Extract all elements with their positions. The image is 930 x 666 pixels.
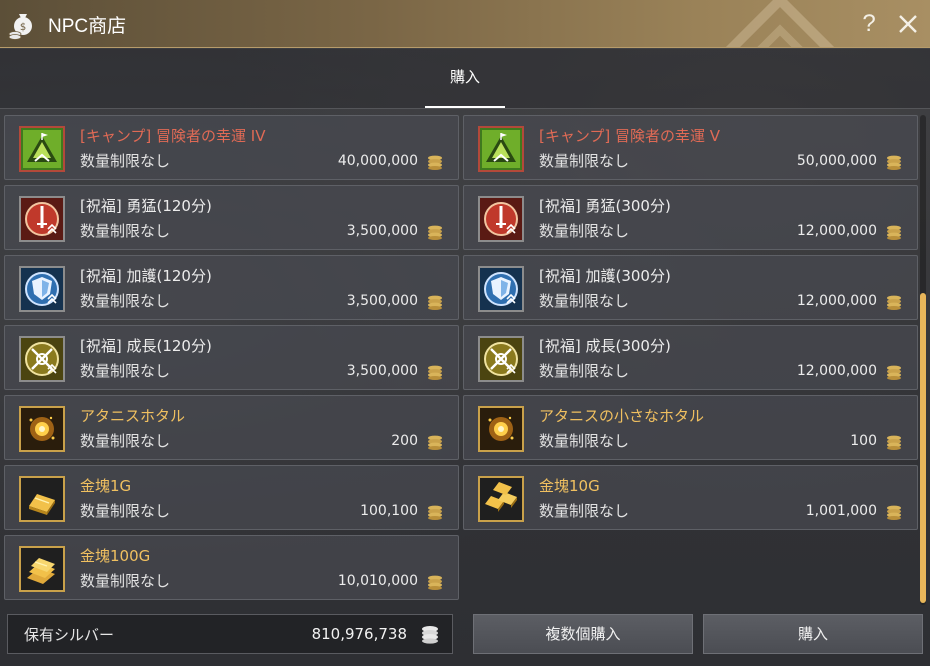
shop-item[interactable]: [キャンプ] 冒険者の幸運 IV 数量制限なし 40,000,000 — [4, 115, 459, 180]
item-price: 12,000,000 — [796, 293, 877, 309]
item-name: [祝福] 成長(300分) — [539, 337, 671, 355]
shop-item[interactable]: [祝福] 勇猛(300分) 数量制限なし 12,000,000 — [463, 185, 918, 250]
shop-item[interactable]: 金塊1G 数量制限なし 100,100 — [4, 465, 459, 530]
item-name: 金塊10G — [539, 477, 600, 495]
item-price: 100,100 — [360, 503, 418, 519]
shield-buff-icon — [478, 266, 524, 312]
item-list[interactable]: [キャンプ] 冒険者の幸運 IV 数量制限なし 40,000,000 [キャンプ] 冒… — [0, 110, 930, 606]
item-name: 金塊1G — [80, 477, 132, 495]
item-price: 12,000,000 — [796, 223, 877, 239]
scroll-thumb[interactable] — [920, 293, 926, 603]
item-limit: 数量制限なし — [80, 432, 171, 450]
shop-item[interactable]: 金塊10G 数量制限なし 1,001,000 — [463, 465, 918, 530]
item-limit: 数量制限なし — [539, 152, 630, 170]
item-limit: 数量制限なし — [539, 362, 630, 380]
item-price: 3,500,000 — [346, 223, 418, 239]
camp-tent-icon — [478, 126, 524, 172]
camp-tent-icon — [19, 126, 65, 172]
item-limit: 数量制限なし — [80, 572, 171, 590]
item-price: 3,500,000 — [346, 293, 418, 309]
item-price: 10,010,000 — [337, 573, 418, 589]
item-name: アタニスホタル — [80, 407, 186, 425]
item-name: [キャンプ] 冒険者の幸運 V — [539, 127, 721, 145]
tab-purchase[interactable]: 購入 — [425, 49, 505, 109]
item-name: アタニスの小さなホタル — [539, 407, 705, 425]
silver-coin-icon — [428, 575, 442, 590]
silver-coin-icon — [428, 155, 442, 170]
silver-coin-icon — [887, 365, 901, 380]
shop-item[interactable]: [祝福] 成長(120分) 数量制限なし 3,500,000 — [4, 325, 459, 390]
shop-item[interactable]: [祝福] 加護(300分) 数量制限なし 12,000,000 — [463, 255, 918, 320]
shop-item[interactable]: [祝福] 加護(120分) 数量制限なし 3,500,000 — [4, 255, 459, 320]
title-bar[interactable]: $ NPC商店 ? — [0, 0, 930, 48]
item-price: 50,000,000 — [796, 153, 877, 169]
silver-coin-icon — [422, 626, 438, 644]
shield-buff-icon — [19, 266, 65, 312]
firefly-icon — [19, 406, 65, 452]
shop-item[interactable]: アタニスの小さなホタル 数量制限なし 100 — [463, 395, 918, 460]
item-price: 40,000,000 — [337, 153, 418, 169]
item-limit: 数量制限なし — [80, 222, 171, 240]
item-limit: 数量制限なし — [539, 292, 630, 310]
silver-coin-icon — [887, 155, 901, 170]
item-name: [キャンプ] 冒険者の幸運 IV — [80, 127, 266, 145]
growth-buff-icon — [478, 336, 524, 382]
item-price: 3,500,000 — [346, 363, 418, 379]
bulk-buy-button[interactable]: 複数個購入 — [473, 614, 693, 654]
silver-balance: 保有シルバー 810,976,738 — [7, 614, 453, 654]
item-name: [祝福] 成長(120分) — [80, 337, 212, 355]
active-tab-indicator — [425, 106, 505, 108]
gold-bar-icon — [19, 476, 65, 522]
help-button[interactable]: ? — [856, 9, 882, 39]
item-price: 1,001,000 — [805, 503, 877, 519]
scrollbar[interactable] — [920, 115, 926, 605]
silver-value: 810,976,738 — [311, 625, 407, 643]
window-title: NPC商店 — [48, 16, 127, 37]
item-name: 金塊100G — [80, 547, 151, 565]
close-icon[interactable] — [894, 9, 922, 39]
item-limit: 数量制限なし — [80, 502, 171, 520]
silver-coin-icon — [428, 505, 442, 520]
silver-coin-icon — [887, 295, 901, 310]
item-name: [祝福] 勇猛(120分) — [80, 197, 212, 215]
money-bag-icon: $ — [8, 14, 32, 40]
item-limit: 数量制限なし — [80, 152, 171, 170]
shop-item[interactable]: 金塊100G 数量制限なし 10,010,000 — [4, 535, 459, 600]
npc-shop-window: $ NPC商店 ? 購入 [キャンプ] 冒険者の幸運 IV 数量制限なし 40,00… — [0, 0, 930, 666]
item-limit: 数量制限なし — [539, 222, 630, 240]
silver-coin-icon — [887, 505, 901, 520]
sword-buff-icon — [478, 196, 524, 242]
gold-stack-icon — [19, 546, 65, 592]
silver-coin-icon — [428, 365, 442, 380]
growth-buff-icon — [19, 336, 65, 382]
item-name: [祝福] 加護(300分) — [539, 267, 671, 285]
silver-label: 保有シルバー — [24, 626, 115, 644]
gold-bars-icon — [478, 476, 524, 522]
silver-coin-icon — [428, 225, 442, 240]
title-decoration — [725, 0, 835, 47]
silver-coin-icon — [887, 225, 901, 240]
buy-button[interactable]: 購入 — [703, 614, 923, 654]
firefly-icon — [478, 406, 524, 452]
item-limit: 数量制限なし — [80, 292, 171, 310]
shop-item[interactable]: [祝福] 勇猛(120分) 数量制限なし 3,500,000 — [4, 185, 459, 250]
item-price: 100 — [850, 433, 877, 449]
shop-item[interactable]: アタニスホタル 数量制限なし 200 — [4, 395, 459, 460]
tab-bar: 購入 — [0, 49, 930, 109]
item-name: [祝福] 加護(120分) — [80, 267, 212, 285]
shop-item[interactable]: [祝福] 成長(300分) 数量制限なし 12,000,000 — [463, 325, 918, 390]
svg-text:$: $ — [20, 22, 26, 33]
item-limit: 数量制限なし — [539, 432, 630, 450]
item-name: [祝福] 勇猛(300分) — [539, 197, 671, 215]
silver-coin-icon — [887, 435, 901, 450]
item-price: 12,000,000 — [796, 363, 877, 379]
silver-coin-icon — [428, 295, 442, 310]
item-limit: 数量制限なし — [539, 502, 630, 520]
item-limit: 数量制限なし — [80, 362, 171, 380]
sword-buff-icon — [19, 196, 65, 242]
silver-coin-icon — [428, 435, 442, 450]
item-price: 200 — [391, 433, 418, 449]
shop-item[interactable]: [キャンプ] 冒険者の幸運 V 数量制限なし 50,000,000 — [463, 115, 918, 180]
